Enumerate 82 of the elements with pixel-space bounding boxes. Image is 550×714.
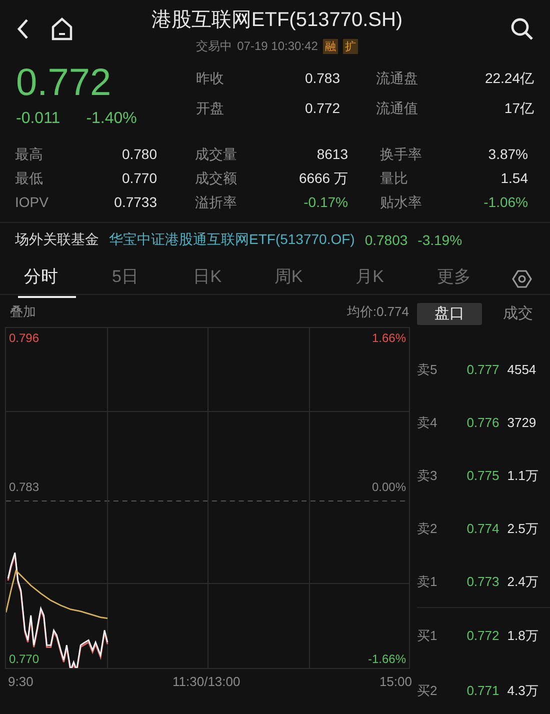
stat-value: 0.7733: [113, 194, 157, 212]
axis-label: 1.66%: [372, 331, 406, 345]
price-change: -0.011: [16, 110, 60, 128]
stat-label: 成交额: [194, 170, 238, 188]
axis-label: -1.66%: [368, 652, 406, 666]
fund-link[interactable]: 华宝中证港股通互联网ETF(513770.OF): [109, 231, 355, 249]
order-price: 0.773: [466, 574, 500, 589]
order-book-tab[interactable]: 成交: [486, 303, 550, 325]
axis-label: 0.770: [9, 652, 40, 666]
stat-value: 0.770: [120, 170, 157, 188]
chart-tab[interactable]: 周K: [268, 259, 350, 298]
order-level: 卖2: [417, 520, 438, 538]
fund-change: -3.19%: [418, 232, 462, 248]
order-volume: 2.5万: [506, 520, 540, 538]
stat-label: 换手率: [379, 146, 423, 164]
fund-price: 0.7803: [364, 232, 408, 248]
order-volume: 4554: [506, 362, 538, 377]
related-fund-label: 场外关联基金: [15, 231, 99, 249]
order-volume: 3729: [506, 415, 538, 430]
order-volume: 1.8万: [506, 626, 540, 644]
current-price: 0.772: [16, 62, 112, 104]
order-price: 0.776: [466, 415, 500, 430]
chart-tab[interactable]: 分时: [18, 259, 76, 298]
order-level: 卖4: [417, 414, 438, 432]
time-label: 11:30/13:00: [172, 674, 240, 689]
stat-label: 流通盘: [375, 70, 419, 88]
stat-label: IOPV: [15, 194, 50, 212]
average-price: 均价:0.774: [346, 303, 409, 321]
order-price: 0.771: [466, 683, 500, 698]
stat-label: 最高: [15, 146, 44, 164]
stat-label: 开盘: [196, 100, 225, 118]
stat-value: 0.780: [120, 146, 157, 164]
order-book-tab[interactable]: 盘口: [417, 303, 482, 325]
stock-title: 港股互联网ETF(513770.SH): [151, 8, 403, 32]
overlay-button[interactable]: 叠加: [10, 303, 36, 323]
chart-tab[interactable]: 日K: [187, 259, 268, 298]
back-icon[interactable]: [16, 18, 30, 40]
stat-label: 量比: [379, 170, 409, 188]
stat-value: 1.54: [500, 170, 528, 188]
order-price: 0.777: [466, 362, 500, 377]
stat-value: 3.87%: [487, 146, 528, 164]
order-volume: 4.3万: [506, 682, 540, 700]
chart-tab[interactable]: 5日: [106, 259, 188, 298]
stat-label: 昨收: [196, 70, 225, 88]
stat-label: 贴水率: [379, 194, 423, 212]
settings-icon[interactable]: [512, 268, 532, 288]
tag: 扩: [342, 38, 358, 54]
chart-tab[interactable]: 月K: [350, 259, 431, 298]
order-level: 卖3: [417, 466, 438, 484]
order-price: 0.772: [466, 628, 500, 643]
time-label: 9:30: [8, 674, 34, 689]
stat-value: 6666 万: [298, 170, 348, 188]
stat-label: 最低: [15, 170, 44, 188]
axis-label: 0.783: [9, 480, 40, 494]
chart-tab[interactable]: 更多: [430, 259, 512, 298]
change-percent: -1.40%: [86, 110, 137, 128]
order-volume: 2.4万: [506, 572, 540, 590]
time-label: 15:00: [379, 674, 412, 689]
stat-value: 0.783: [304, 70, 340, 88]
stat-value: 0.772: [304, 100, 340, 118]
order-volume: 1.1万: [506, 466, 540, 484]
tag: 融: [322, 38, 338, 54]
order-level: 买1: [417, 626, 438, 644]
stat-label: 流通值: [375, 100, 419, 118]
order-level: 卖1: [417, 572, 438, 590]
axis-label: 0.00%: [372, 480, 406, 494]
order-level: 买2: [417, 682, 438, 700]
stat-label: 成交量: [194, 146, 238, 164]
trading-status: 交易中: [196, 38, 232, 54]
stat-value: 8613: [316, 146, 348, 164]
timestamp: 07-19 10:30:42: [237, 39, 318, 53]
stat-value: -0.17%: [302, 194, 348, 212]
stat-value: 17亿: [503, 100, 534, 118]
home-icon[interactable]: [50, 17, 74, 41]
order-price: 0.774: [466, 521, 500, 536]
stat-value: 22.24亿: [484, 70, 534, 88]
stat-value: -1.06%: [482, 194, 528, 212]
stat-label: 溢折率: [194, 194, 238, 212]
search-icon[interactable]: [510, 17, 534, 41]
axis-label: 0.796: [9, 331, 40, 345]
order-level: 卖5: [417, 360, 438, 378]
order-price: 0.775: [466, 468, 500, 483]
